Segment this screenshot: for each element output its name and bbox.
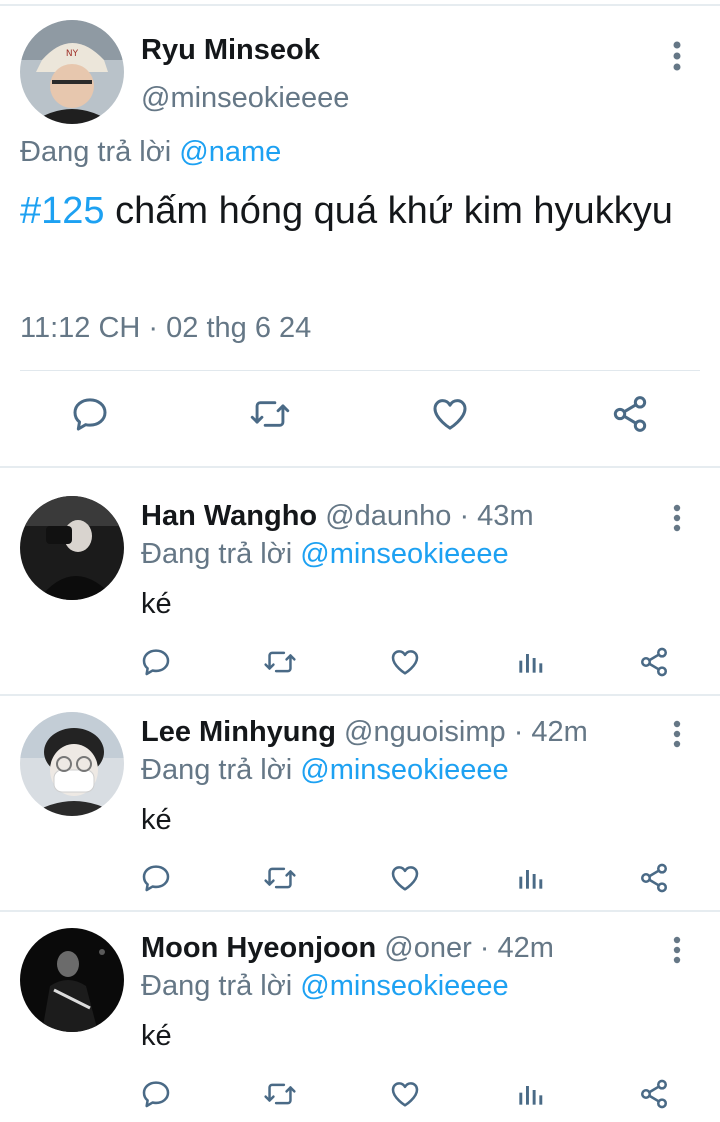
- share-icon[interactable]: [636, 860, 672, 896]
- reply-header: Han Wangho @daunho · 43m: [141, 500, 534, 533]
- author-name[interactable]: Lee Minhyung: [141, 716, 336, 748]
- retweet-icon[interactable]: [262, 1076, 298, 1112]
- more-vertical-icon[interactable]: [664, 718, 690, 750]
- tweet-body: chấm hóng quá khứ kim hyukkyu: [104, 190, 673, 232]
- author-handle[interactable]: @oner: [384, 932, 471, 964]
- divider: [20, 370, 700, 371]
- replying-to-link[interactable]: @name: [179, 136, 281, 168]
- reply-icon[interactable]: [138, 644, 174, 680]
- share-icon[interactable]: [608, 392, 652, 436]
- avatar[interactable]: [20, 712, 124, 816]
- avatar[interactable]: [20, 928, 124, 1032]
- analytics-icon[interactable]: [512, 644, 548, 680]
- action-bar: [0, 644, 720, 684]
- heart-icon[interactable]: [387, 644, 423, 680]
- reply-icon[interactable]: [68, 392, 112, 436]
- reply-text: ké: [141, 588, 172, 620]
- action-bar: [0, 1076, 720, 1116]
- author-name[interactable]: Moon Hyeonjoon: [141, 932, 376, 964]
- reply-tweet[interactable]: Moon Hyeonjoon @oner · 42m Đang trả lời …: [0, 900, 720, 1116]
- author-handle[interactable]: @minseokieeee: [141, 82, 349, 115]
- reply-icon[interactable]: [138, 860, 174, 896]
- replying-prefix: Đang trả lời: [141, 970, 293, 1002]
- tweet-age: · 42m: [513, 716, 588, 748]
- timestamp[interactable]: 11:12 CH · 02 thg 6 24: [20, 312, 311, 345]
- heart-icon[interactable]: [428, 392, 472, 436]
- more-vertical-icon[interactable]: [664, 934, 690, 966]
- retweet-icon[interactable]: [262, 644, 298, 680]
- avatar[interactable]: [20, 496, 124, 600]
- analytics-icon[interactable]: [512, 860, 548, 896]
- reply-tweet[interactable]: Han Wangho @daunho · 43m Đang trả lời @m…: [0, 468, 720, 684]
- action-bar: [0, 860, 720, 900]
- share-icon[interactable]: [636, 1076, 672, 1112]
- hashtag-link[interactable]: #125: [20, 190, 105, 232]
- author-handle[interactable]: @daunho: [325, 500, 451, 532]
- tweet-text: #125 chấm hóng quá khứ kim hyukkyu: [20, 186, 680, 236]
- replying-to-line: Đang trả lời @name: [20, 136, 281, 169]
- author-name[interactable]: Han Wangho: [141, 500, 317, 532]
- svg-text:NY: NY: [66, 49, 79, 59]
- reply-header: Lee Minhyung @nguoisimp · 42m: [141, 716, 588, 749]
- heart-icon[interactable]: [387, 1076, 423, 1112]
- more-vertical-icon[interactable]: [662, 38, 692, 74]
- replying-prefix: Đang trả lời: [20, 136, 172, 168]
- reply-header: Moon Hyeonjoon @oner · 42m: [141, 932, 554, 965]
- heart-icon[interactable]: [387, 860, 423, 896]
- replying-to-link[interactable]: @minseokieeee: [300, 538, 508, 570]
- reply-tweet[interactable]: Lee Minhyung @nguoisimp · 42m Đang trả l…: [0, 684, 720, 900]
- avatar[interactable]: NY: [20, 20, 124, 124]
- replying-to-line: Đang trả lời @minseokieeee: [141, 970, 509, 1003]
- main-tweet: NY Ryu Minseok @minseokieeee Đang trả lờ…: [0, 6, 720, 468]
- reply-icon[interactable]: [138, 1076, 174, 1112]
- retweet-icon[interactable]: [248, 392, 292, 436]
- more-vertical-icon[interactable]: [664, 502, 690, 534]
- tweet-age: · 42m: [479, 932, 554, 964]
- replying-to-line: Đang trả lời @minseokieeee: [141, 754, 509, 787]
- author-name[interactable]: Ryu Minseok: [141, 34, 320, 67]
- tweet-age: · 43m: [459, 500, 534, 532]
- analytics-icon[interactable]: [512, 1076, 548, 1112]
- action-bar: [0, 392, 720, 448]
- reply-text: ké: [141, 804, 172, 836]
- replying-to-link[interactable]: @minseokieeee: [300, 970, 508, 1002]
- replying-prefix: Đang trả lời: [141, 538, 293, 570]
- share-icon[interactable]: [636, 644, 672, 680]
- replying-prefix: Đang trả lời: [141, 754, 293, 786]
- retweet-icon[interactable]: [262, 860, 298, 896]
- replying-to-link[interactable]: @minseokieeee: [300, 754, 508, 786]
- reply-text: ké: [141, 1020, 172, 1052]
- replying-to-line: Đang trả lời @minseokieeee: [141, 538, 509, 571]
- author-handle[interactable]: @nguoisimp: [344, 716, 506, 748]
